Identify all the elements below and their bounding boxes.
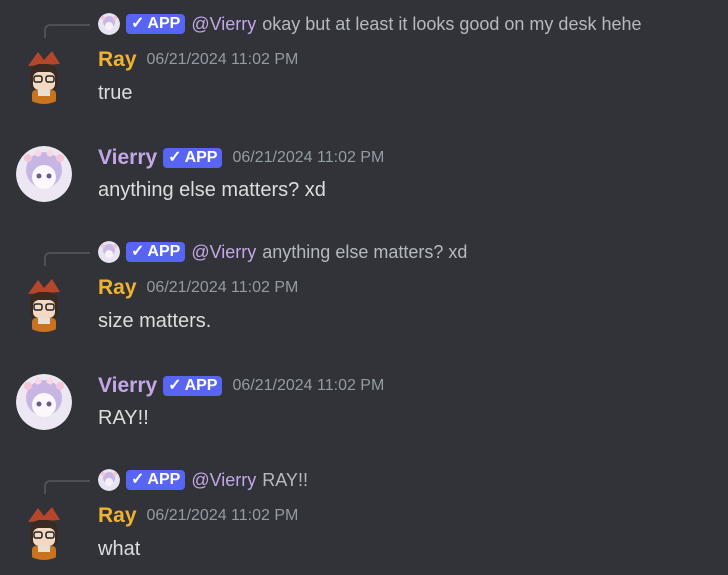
check-icon: ✓ [168,377,182,394]
author-name[interactable]: Ray [98,48,137,72]
check-icon: ✓ [168,149,182,166]
timestamp: 06/21/2024 11:02 PM [232,149,385,166]
timestamp: 06/21/2024 11:02 PM [146,51,299,68]
check-icon: ✓ [131,15,145,32]
reply-connector [44,24,90,38]
app-badge: ✓ APP [163,376,223,396]
author-name[interactable]: Ray [98,276,137,300]
reply-text: anything else matters? xd [262,241,468,262]
vierry-mini-avatar [98,13,120,35]
message-header: Vierry ✓ APP 06/21/2024 11:02 PM [98,145,384,171]
reply-text: okay but at least it looks good on my de… [262,13,642,34]
author-name[interactable]: Ray [98,504,137,528]
message-header: Ray 06/21/2024 11:02 PM [98,503,298,529]
message-content: true [98,82,133,104]
timestamp: 06/21/2024 11:02 PM [146,279,299,296]
reply-preview[interactable]: ✓ APP @Vierry okay but at least it looks … [98,12,642,36]
timestamp: 06/21/2024 11:02 PM [232,377,385,394]
check-icon: ✓ [131,243,145,260]
message-content: what [98,538,141,560]
message-header: Ray 06/21/2024 11:02 PM [98,275,298,301]
message-header: Ray 06/21/2024 11:02 PM [98,47,298,73]
message-content: size matters. [98,310,212,332]
message-content: anything else matters? xd [98,179,326,201]
app-badge: ✓ APP [126,242,186,262]
reply-preview[interactable]: ✓ APP @Vierry anything else matters? xd [98,240,467,264]
reply-preview[interactable]: ✓ APP @Vierry RAY!! [98,468,308,492]
reply-connector [44,252,90,266]
ray-avatar[interactable] [16,48,72,104]
reply-author[interactable]: @Vierry [191,14,256,35]
check-icon: ✓ [131,471,145,488]
ray-avatar[interactable] [16,504,72,560]
ray-avatar[interactable] [16,276,72,332]
vierry-avatar[interactable] [16,146,72,202]
app-badge: ✓ APP [126,14,186,34]
reply-connector [44,480,90,494]
message-header: Vierry ✓ APP 06/21/2024 11:02 PM [98,373,384,399]
message-content: RAY!! [98,407,149,429]
author-name[interactable]: Vierry [98,374,157,398]
vierry-mini-avatar [98,469,120,491]
author-name[interactable]: Vierry [98,146,157,170]
reply-author[interactable]: @Vierry [191,470,256,491]
reply-text: RAY!! [262,469,308,490]
app-badge: ✓ APP [126,470,186,490]
reply-author[interactable]: @Vierry [191,242,256,263]
app-badge: ✓ APP [163,148,223,168]
vierry-mini-avatar [98,241,120,263]
vierry-avatar[interactable] [16,374,72,430]
timestamp: 06/21/2024 11:02 PM [146,507,299,524]
